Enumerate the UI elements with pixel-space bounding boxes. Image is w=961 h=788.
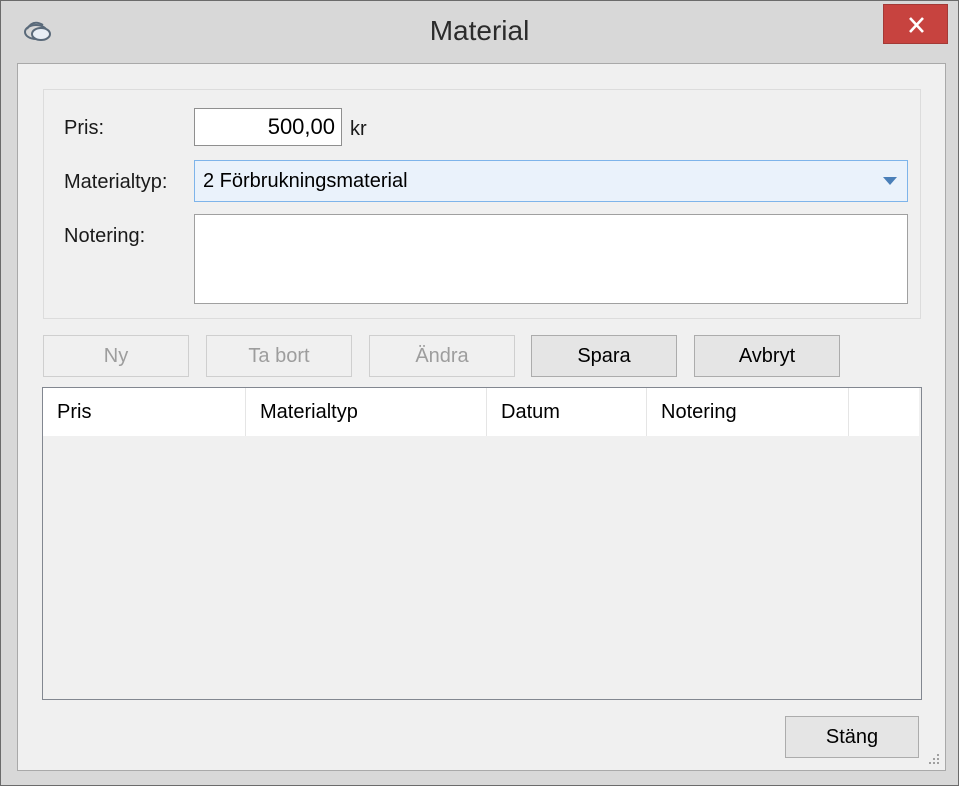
new-button[interactable]: Ny xyxy=(43,335,189,377)
column-header-date[interactable]: Datum xyxy=(487,388,647,436)
column-header-price[interactable]: Pris xyxy=(43,388,246,436)
column-header-note[interactable]: Notering xyxy=(647,388,849,436)
title-bar[interactable]: Material xyxy=(1,1,958,63)
price-unit: kr xyxy=(350,118,367,140)
close-icon xyxy=(909,17,924,33)
save-button[interactable]: Spara xyxy=(531,335,677,377)
cancel-button[interactable]: Avbryt xyxy=(694,335,840,377)
edit-button[interactable]: Ändra xyxy=(369,335,515,377)
price-input[interactable]: 500,00 xyxy=(194,108,342,146)
column-header-material-type[interactable]: Materialtyp xyxy=(246,388,487,436)
note-field[interactable] xyxy=(194,214,908,304)
material-window: Material Pris: 500,00 kr Materialtyp: 2 … xyxy=(0,0,959,786)
chevron-down-icon[interactable] xyxy=(883,177,897,185)
material-type-value: 2 Förbrukningsmaterial xyxy=(203,170,408,192)
material-type-label: Materialtyp: xyxy=(64,171,168,193)
price-label: Pris: xyxy=(64,117,104,139)
dialog-body: Pris: 500,00 kr Materialtyp: 2 Förbrukni… xyxy=(17,63,946,771)
note-label: Notering: xyxy=(64,225,146,247)
close-button[interactable]: Stäng xyxy=(785,716,919,758)
column-header-filler xyxy=(849,388,919,436)
resize-grip-icon[interactable] xyxy=(927,752,941,766)
list-header: Pris Materialtyp Datum Notering xyxy=(43,388,919,436)
window-close-button[interactable] xyxy=(883,4,948,44)
material-list[interactable]: Pris Materialtyp Datum Notering xyxy=(42,387,922,700)
delete-button[interactable]: Ta bort xyxy=(206,335,352,377)
material-type-dropdown[interactable]: 2 Förbrukningsmaterial xyxy=(194,160,908,202)
window-title: Material xyxy=(429,15,530,46)
